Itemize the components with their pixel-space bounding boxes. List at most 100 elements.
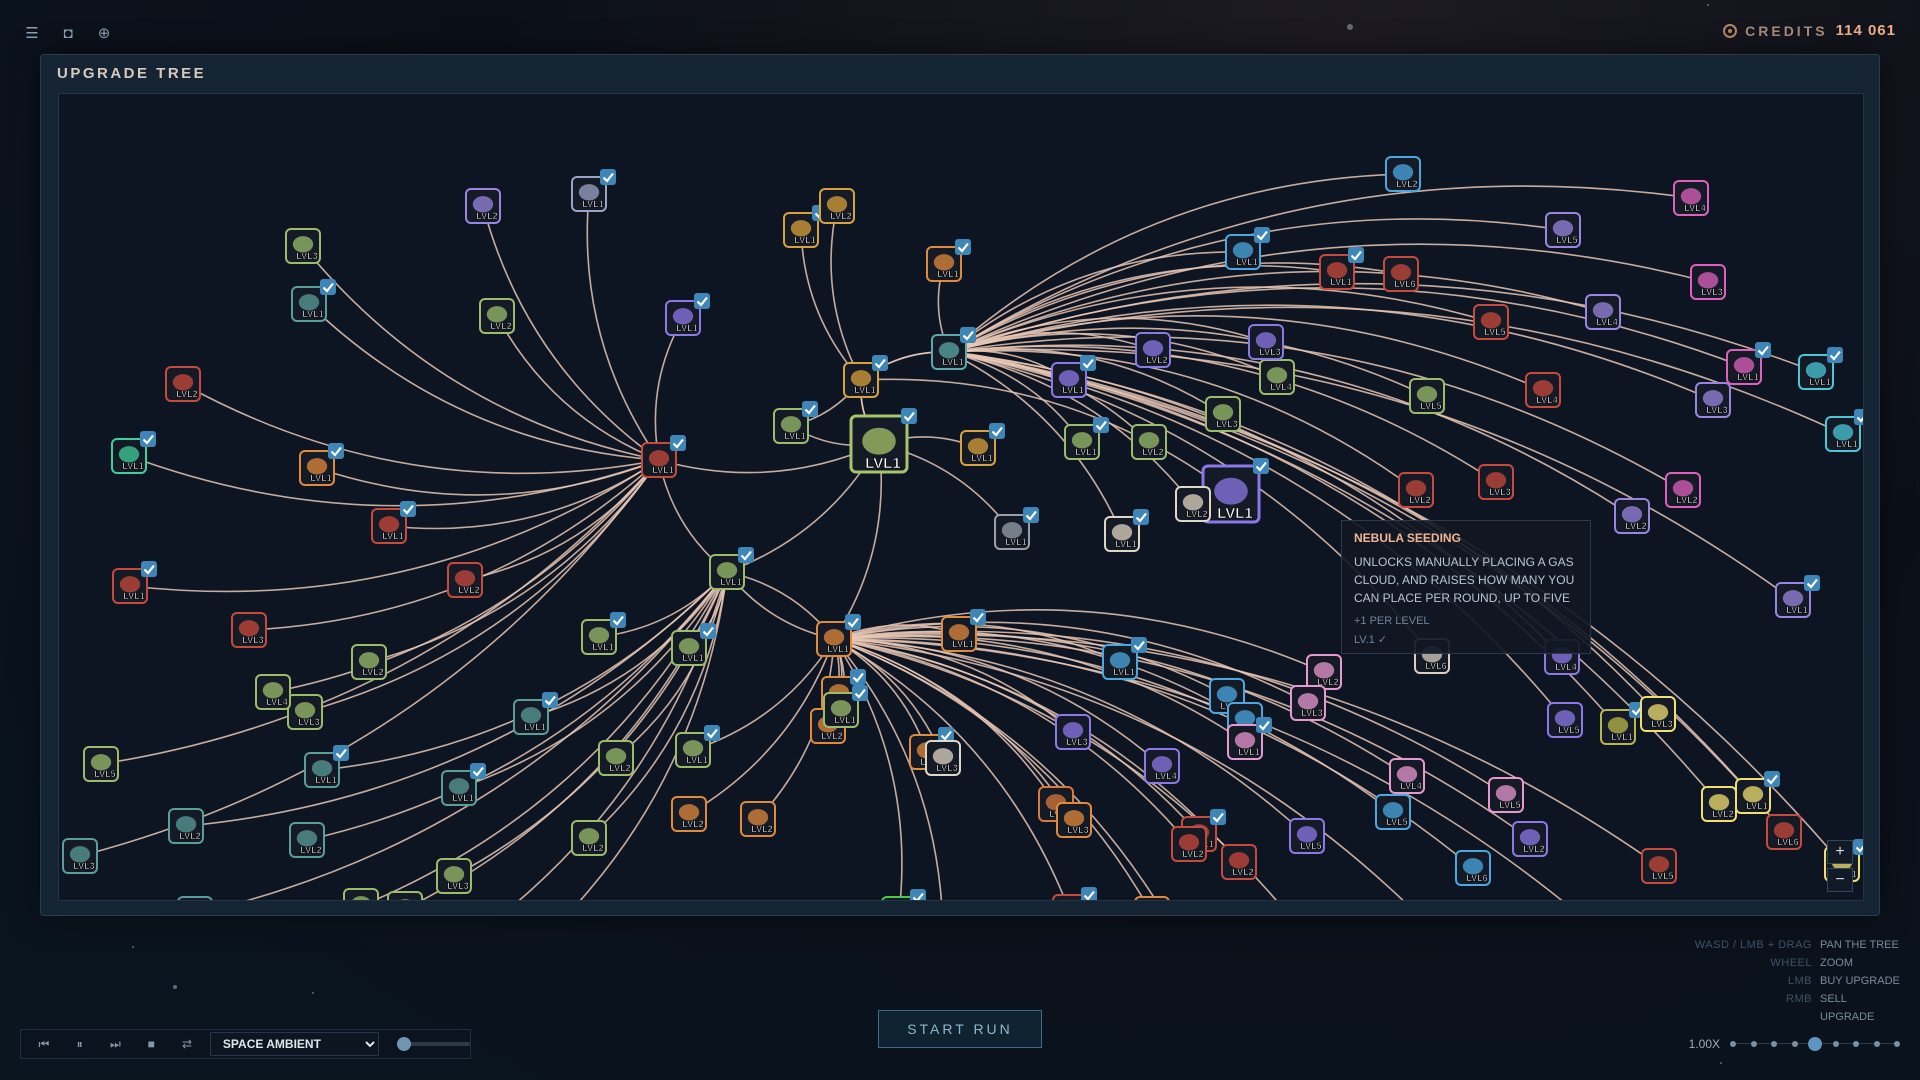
upgrade-node[interactable]: LVL2 — [1175, 486, 1211, 522]
upgrade-node[interactable]: LVL1 — [513, 692, 558, 735]
upgrade-node[interactable]: LVL1 — [371, 501, 416, 544]
stop-icon[interactable]: ■ — [138, 1033, 164, 1055]
upgrade-node[interactable]: LVL1 — [994, 507, 1039, 550]
upgrade-node[interactable]: LVL2 — [1665, 472, 1701, 508]
upgrade-node[interactable]: LVL2 — [168, 808, 204, 844]
upgrade-node[interactable]: LVL1 — [1064, 417, 1109, 460]
upgrade-node[interactable]: LVL3 — [1055, 714, 1091, 750]
upgrade-node[interactable]: LVL3 — [1205, 396, 1241, 432]
upgrade-node[interactable]: LVL3 — [436, 858, 472, 894]
menu-icon[interactable]: ☰ — [22, 24, 42, 44]
upgrade-node[interactable]: LVL3 — [1690, 264, 1726, 300]
upgrade-node[interactable]: LVL2 — [1221, 844, 1257, 880]
upgrade-node[interactable]: LVL3 — [231, 612, 267, 648]
tree-viewport[interactable]: LVL1 LVL1 LVL2 LVL1 LVL3 LVL1 LVL2 LVL1 LVL2 LVL1… — [58, 93, 1864, 901]
upgrade-node[interactable]: LVL5 — [1473, 304, 1509, 340]
upgrade-node[interactable]: LVL5 — [1289, 818, 1325, 854]
upgrade-node[interactable]: LVL3 — [925, 740, 961, 776]
skip-back-icon[interactable]: ⏮ — [31, 1033, 57, 1055]
upgrade-node[interactable]: LVL1 — [675, 725, 720, 768]
shuffle-icon[interactable]: ⇄ — [174, 1033, 200, 1055]
zoom-step[interactable] — [1853, 1041, 1859, 1047]
upgrade-node[interactable]: LVL3 — [1478, 464, 1514, 500]
upgrade-node[interactable]: LVL2 — [351, 644, 387, 680]
upgrade-node[interactable]: LVL2 — [740, 801, 776, 837]
zoom-step[interactable] — [1771, 1041, 1777, 1047]
upgrade-node[interactable]: LVL1 — [843, 355, 888, 398]
start-run-button[interactable]: START RUN — [878, 1010, 1042, 1048]
upgrade-node[interactable]: LVL2 — [447, 562, 483, 598]
upgrade-node[interactable]: LVL1 — [641, 435, 686, 478]
upgrade-node[interactable]: LVL4 — [255, 674, 291, 710]
upgrade-node[interactable]: LVL1 — [1735, 771, 1780, 814]
upgrade-node[interactable]: LVL5 — [1545, 212, 1581, 248]
upgrade-node[interactable]: LVL1 — [291, 279, 336, 322]
upgrade-node[interactable]: LVL1 — [665, 293, 710, 336]
upgrade-node[interactable]: LVL2 — [598, 740, 634, 776]
upgrade-node[interactable]: LVL2 — [1131, 424, 1167, 460]
upgrade-node[interactable]: LVL6 — [1455, 850, 1491, 886]
upgrade-node[interactable]: LVL2 — [571, 820, 607, 856]
upgrade-node[interactable]: LVL4 — [1673, 180, 1709, 216]
zoom-slider[interactable] — [1730, 1036, 1900, 1052]
upgrade-node[interactable]: LVL3 — [177, 896, 213, 901]
upgrade-node[interactable]: LVL4 — [1259, 359, 1295, 395]
upgrade-node[interactable]: LVL2 — [1512, 821, 1548, 857]
upgrade-node[interactable]: LVL3 — [1248, 324, 1284, 360]
upgrade-node[interactable]: LVL2 — [289, 822, 325, 858]
upgrade-node[interactable]: LVL1 — [1775, 575, 1820, 618]
upgrade-node[interactable]: LVL3 — [285, 228, 321, 264]
upgrade-node[interactable]: LVL1 — [1051, 355, 1096, 398]
track-select[interactable]: SPACE AMBIENT — [209, 1032, 379, 1056]
upgrade-node[interactable]: LVL2 — [1398, 472, 1434, 508]
upgrade-node[interactable]: LVL5 — [1641, 848, 1677, 884]
upgrade-node[interactable]: LVL3 — [1640, 696, 1676, 732]
upgrade-node[interactable]: LVL6 — [1766, 814, 1802, 850]
upgrade-node[interactable]: LVL1 — [112, 561, 157, 604]
upgrade-node[interactable]: LVL1 — [1201, 458, 1269, 524]
upgrade-node[interactable]: LVL1 — [1798, 347, 1843, 390]
upgrade-node[interactable]: LVL5 — [1409, 378, 1445, 414]
upgrade-node[interactable]: LVL1 — [881, 889, 926, 901]
upgrade-node[interactable]: LVL1 — [299, 443, 344, 486]
upgrade-node[interactable]: LVL5 — [1375, 794, 1411, 830]
upgrade-node[interactable]: LVL1 — [960, 423, 1005, 466]
upgrade-node[interactable]: LVL4 — [1585, 294, 1621, 330]
upgrade-node[interactable]: LVL2 — [479, 298, 515, 334]
upgrade-node[interactable]: LVL2 — [165, 366, 201, 402]
upgrade-node[interactable]: LVL1 — [926, 239, 971, 282]
upgrade-node[interactable]: LVL4 — [1389, 758, 1425, 794]
upgrade-node[interactable]: LVL4 — [343, 888, 379, 901]
upgrade-node[interactable]: LVL3 — [1134, 896, 1170, 901]
zoom-step[interactable] — [1894, 1041, 1900, 1047]
upgrade-node[interactable]: LVL2 — [1306, 654, 1342, 690]
zoom-in-button[interactable]: + — [1827, 840, 1853, 864]
upgrade-node[interactable]: LVL2 — [671, 796, 707, 832]
volume-knob[interactable] — [396, 1037, 411, 1051]
upgrade-node[interactable]: LVL2 — [465, 188, 501, 224]
upgrade-node[interactable]: LVL1 — [1052, 887, 1097, 901]
upgrade-node[interactable]: LVL2 — [1171, 826, 1207, 862]
upgrade-node[interactable]: LVL1 — [571, 169, 616, 212]
upgrade-node[interactable]: LVL1 — [1600, 702, 1645, 745]
upgrade-node[interactable]: LVL2 — [1135, 332, 1171, 368]
upgrade-node[interactable]: LVL3 — [1056, 802, 1092, 838]
upgrade-node[interactable]: LVL2 — [387, 891, 423, 901]
upgrade-node[interactable]: LVL5 — [83, 746, 119, 782]
upgrade-node[interactable]: LVL2 — [819, 188, 855, 224]
upgrade-node[interactable]: LVL3 — [62, 838, 98, 874]
upgrade-node[interactable]: LVL1 — [1104, 509, 1149, 552]
upgrade-node[interactable]: LVL2 — [1701, 786, 1737, 822]
zoom-step[interactable] — [1750, 1041, 1757, 1047]
upgrade-node[interactable]: LVL1 — [709, 547, 754, 590]
camera-icon[interactable]: ◘ — [58, 24, 78, 44]
upgrade-node[interactable]: LVL4 — [1525, 372, 1561, 408]
upgrade-node[interactable]: LVL3 — [1290, 685, 1326, 721]
upgrade-node[interactable]: LVL4 — [1144, 748, 1180, 784]
upgrade-node[interactable]: LVL5 — [1488, 777, 1524, 813]
zoom-step[interactable] — [1730, 1041, 1736, 1047]
upgrade-tree-canvas[interactable]: LVL1 LVL1 LVL2 LVL1 LVL3 LVL1 LVL2 LVL1 LVL2 LVL1… — [59, 94, 1864, 901]
pause-icon[interactable]: ⏸ — [67, 1033, 93, 1055]
zoom-out-button[interactable]: − — [1827, 868, 1853, 892]
zoom-step[interactable] — [1873, 1041, 1880, 1047]
